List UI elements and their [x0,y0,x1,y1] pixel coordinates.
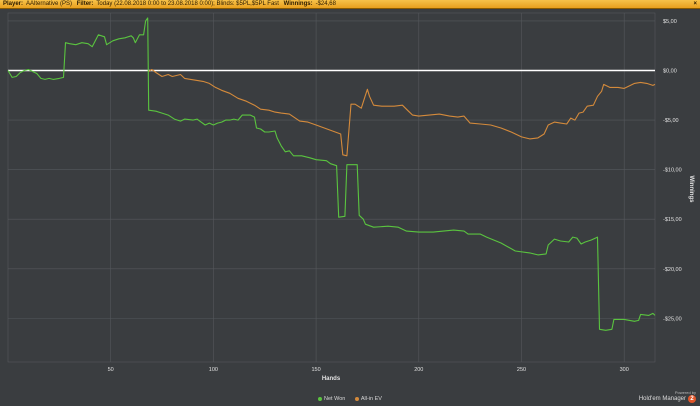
legend-item-net-won[interactable]: Net Won [318,396,345,402]
y-tick-label: -$20,00 [663,267,682,273]
x-tick-label: 250 [517,367,526,373]
player-label: Player: [3,1,24,7]
allin-ev-swatch [354,396,359,401]
legend-label-net-won: Net Won [324,396,346,402]
winnings-value: -$24,68 [315,1,336,7]
filter-label: Filter: [76,1,94,7]
plot-frame [7,12,656,363]
y-tick-label: -$10,00 [663,168,682,174]
allin-ev-line [148,68,656,157]
player-value: AAlternative (PS) [26,1,73,7]
chart-ticks: $5,00 $0,00 -$5,00 -$10,00 -$15,00 -$20,00 -$2… [108,19,682,373]
y-tick-label: -$15,00 [663,217,682,223]
x-axis-label: Hands [322,376,341,382]
winnings-chart: $5,00 $0,00 -$5,00 -$10,00 -$15,00 -$20,00 -$2… [7,12,694,382]
close-icon[interactable]: × [693,0,697,8]
y-axis-label: Winnings [688,176,694,204]
y-tick-label: -$5,00 [663,118,679,124]
x-tick-label: 150 [312,367,321,373]
brand-version-badge: 2 [688,395,696,403]
net-won-line [7,17,656,331]
brand-logo: Powered by Hold'em Manager 2 [639,390,696,403]
x-tick-label: 300 [620,367,629,373]
net-won-swatch [318,396,323,401]
legend-label-allin-ev: All-in EV [360,396,382,402]
x-tick-label: 100 [209,367,218,373]
y-tick-label: $0,00 [663,69,677,75]
brand-name: Hold'em Manager [638,396,686,402]
y-tick-label: -$25,00 [663,316,682,322]
chart-grid [7,12,656,363]
title-bar: Player: AAlternative (PS) Filter: Today (2… [0,0,700,9]
x-tick-label: 200 [414,367,423,373]
y-tick-label: $5,00 [663,19,677,25]
chart-legend: Net Won All-in EV [0,396,700,402]
winnings-label: Winnings: [283,1,313,7]
filter-value[interactable]: Today (22.08.2018 0:00 to 23.08.2018 0:0… [96,1,279,7]
x-tick-label: 50 [108,367,114,373]
chart-series [7,17,656,331]
legend-item-allin-ev[interactable]: All-in EV [354,396,382,402]
